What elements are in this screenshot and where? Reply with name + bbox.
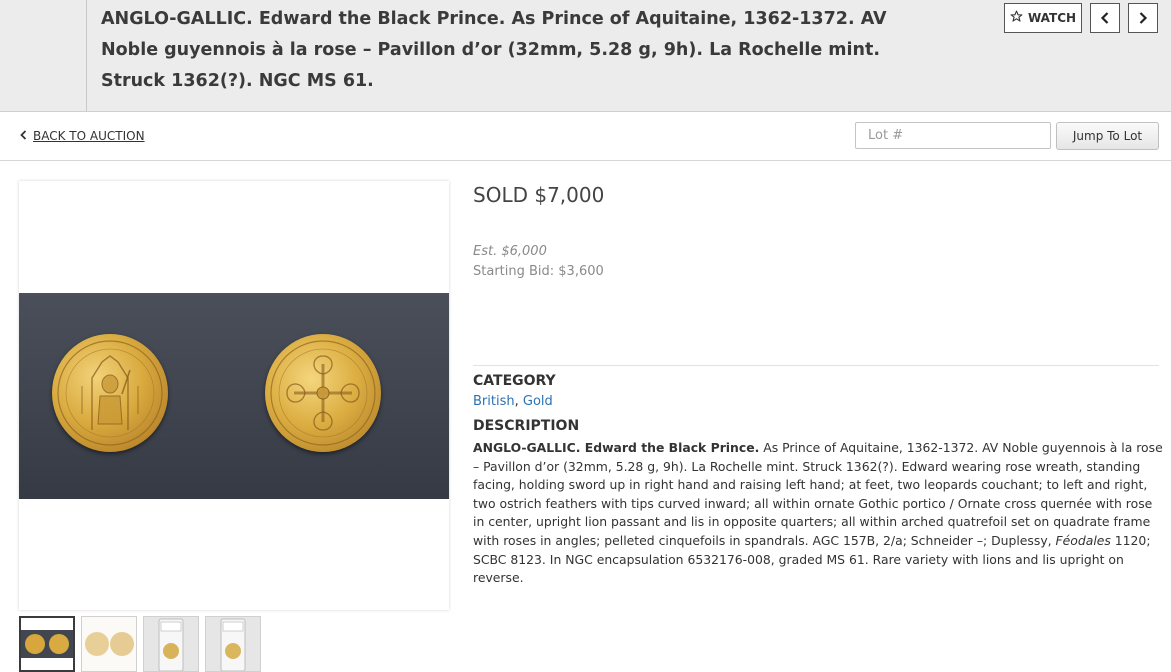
- thumbnail-coins-obverse-reverse[interactable]: [19, 616, 75, 672]
- previous-lot-button[interactable]: [1090, 3, 1120, 33]
- sold-price: SOLD $7,000: [473, 183, 605, 207]
- coin-obverse-image: [52, 334, 168, 452]
- watch-label: WATCH: [1027, 11, 1077, 25]
- coin-reverse-image: [265, 334, 381, 452]
- description-heading: DESCRIPTION: [473, 418, 580, 434]
- section-divider: [473, 365, 1159, 366]
- estimate: Est. $6,000: [473, 244, 547, 259]
- chevron-right-icon: [1138, 9, 1148, 28]
- starting-bid: Starting Bid: $3,600: [473, 264, 604, 279]
- category-separator: ,: [514, 394, 523, 409]
- main-image-panel[interactable]: [19, 181, 449, 610]
- watch-button[interactable]: WATCH: [1004, 3, 1082, 33]
- lot-toolbar: BACK TO AUCTION Jump To Lot: [0, 112, 1171, 161]
- thumbnail-coins-light-background[interactable]: [81, 616, 137, 672]
- lot-header: ANGLO-GALLIC. Edward the Black Prince. A…: [0, 0, 1171, 112]
- chevron-left-icon: [20, 129, 27, 143]
- description-text: As Prince of Aquitaine, 1362-1372. AV No…: [473, 440, 1163, 548]
- header-divider: [86, 0, 87, 111]
- category-link-british[interactable]: British: [473, 394, 515, 409]
- coin-photo: [19, 293, 449, 499]
- chevron-left-icon: [1100, 9, 1110, 28]
- next-lot-button[interactable]: [1128, 3, 1158, 33]
- lot-number-input[interactable]: [855, 122, 1051, 149]
- category-links: British, Gold: [473, 394, 553, 409]
- description-lead: ANGLO-GALLIC. Edward the Black Prince.: [473, 440, 760, 455]
- star-outline-icon: [1010, 10, 1023, 26]
- jump-to-lot-button[interactable]: Jump To Lot: [1056, 122, 1159, 150]
- description-italic-ref: Féodales: [1055, 532, 1111, 548]
- category-link-gold[interactable]: Gold: [523, 394, 553, 409]
- back-to-auction-link[interactable]: BACK TO AUCTION: [20, 129, 145, 143]
- thumbnail-ngc-slab-front[interactable]: [143, 616, 199, 672]
- thumbnail-ngc-slab-back[interactable]: [205, 616, 261, 672]
- lot-title: ANGLO-GALLIC. Edward the Black Prince. A…: [101, 9, 887, 91]
- lot-description: ANGLO-GALLIC. Edward the Black Prince. A…: [473, 439, 1163, 588]
- category-heading: CATEGORY: [473, 373, 556, 389]
- back-to-auction-label: BACK TO AUCTION: [33, 129, 145, 143]
